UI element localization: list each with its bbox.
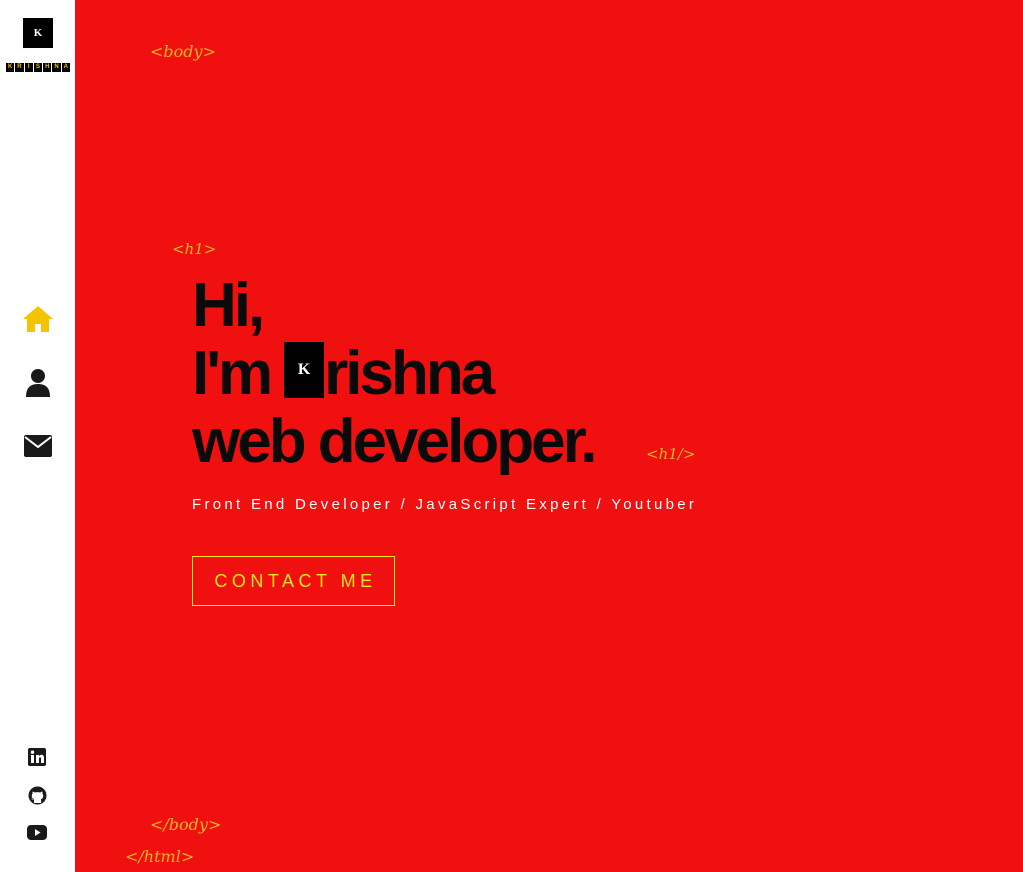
h1-open-tag: <h1> bbox=[172, 240, 217, 258]
html-close-tag: </html> bbox=[125, 847, 195, 866]
github-icon bbox=[28, 786, 46, 804]
hero-section: <body> <h1> Hi, I'm Krishna web developer… bbox=[75, 0, 1023, 872]
heading-line-2: I'm Krishna bbox=[192, 340, 595, 408]
logo[interactable]: K bbox=[23, 18, 53, 48]
body-close-tag: </body> bbox=[150, 815, 222, 834]
h1-close-tag: <h1/> bbox=[646, 445, 696, 463]
home-icon bbox=[23, 306, 53, 332]
wordmark-letter: R bbox=[15, 63, 24, 72]
youtube-icon bbox=[27, 824, 47, 840]
wordmark-letter: I bbox=[24, 63, 33, 72]
envelope-icon bbox=[24, 435, 52, 457]
body-open-tag: <body> bbox=[150, 42, 216, 61]
heading-line-1: Hi, bbox=[192, 271, 265, 340]
nav-home[interactable] bbox=[21, 302, 55, 336]
nav-contact[interactable] bbox=[21, 429, 55, 463]
github-link[interactable] bbox=[27, 785, 47, 805]
user-icon bbox=[26, 369, 50, 397]
heading-line-3: web developer. bbox=[192, 407, 598, 476]
youtube-link[interactable] bbox=[27, 822, 47, 842]
heading-logo-letter: K bbox=[284, 342, 325, 398]
heading-im: I'm bbox=[192, 339, 273, 408]
wordmark-letter: H bbox=[43, 63, 52, 72]
hero-subtitle: Front End Developer / JavaScript Expert … bbox=[192, 496, 698, 513]
heading-name: rishna bbox=[324, 339, 495, 408]
wordmark-letter: K bbox=[6, 63, 15, 72]
logo-letter: K bbox=[33, 27, 43, 39]
hero-heading: Hi, I'm Krishna web developer. bbox=[192, 271, 598, 476]
heading-logo-letter-text: K bbox=[297, 361, 311, 378]
wordmark-letter: A bbox=[61, 63, 70, 72]
linkedin-link[interactable] bbox=[27, 747, 47, 767]
logo-wordmark[interactable]: K R I S H N A bbox=[6, 63, 70, 72]
contact-me-button[interactable]: CONTACT ME bbox=[192, 556, 395, 606]
linkedin-icon bbox=[28, 748, 46, 766]
nav-about[interactable] bbox=[21, 366, 55, 400]
sidebar: K K R I S H N A bbox=[0, 0, 75, 872]
wordmark-letter: N bbox=[52, 63, 61, 72]
wordmark-letter: S bbox=[33, 63, 43, 72]
